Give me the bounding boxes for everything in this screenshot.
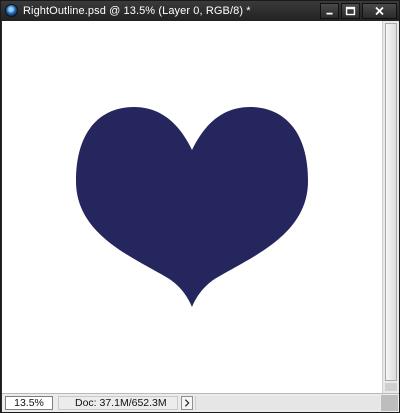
horizontal-scrollbar[interactable] [195,396,380,410]
minimize-icon [326,12,333,15]
document-canvas[interactable] [2,21,382,393]
zoom-field[interactable]: 13.5% [5,396,53,410]
document-size-info: Doc: 37.1M/652.3M [58,396,178,410]
status-menu-button[interactable] [181,396,193,410]
close-button[interactable] [362,3,397,19]
maximize-icon [345,6,356,16]
heart-shape[interactable] [76,107,308,307]
status-bar: 13.5% Doc: 37.1M/652.3M [2,393,399,412]
vertical-scroll-end [385,383,397,391]
vertical-scroll-thumb[interactable] [385,23,397,381]
vertical-scrollbar[interactable] [382,21,399,393]
close-icon [375,6,384,16]
resize-grip[interactable] [381,395,398,411]
minimize-button[interactable] [320,3,339,19]
maximize-button[interactable] [341,3,360,19]
title-bar[interactable]: RightOutline.psd @ 13.5% (Layer 0, RGB/8… [1,1,399,21]
canvas-artwork [76,107,308,307]
photoshop-document-icon[interactable] [5,4,18,17]
chevron-right-icon [184,399,190,407]
document-window: RightOutline.psd @ 13.5% (Layer 0, RGB/8… [0,0,400,413]
window-title: RightOutline.psd @ 13.5% (Layer 0, RGB/8… [23,5,251,17]
